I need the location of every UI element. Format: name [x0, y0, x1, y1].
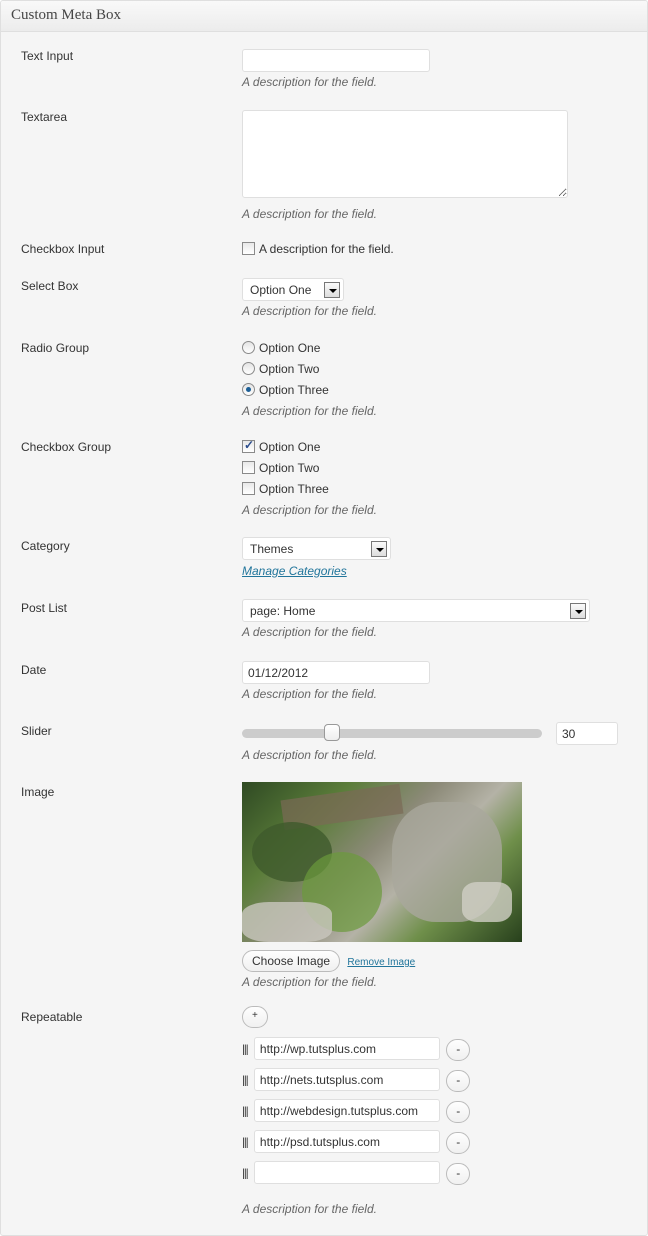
- custom-meta-box: Custom Meta Box Text Input A description…: [0, 0, 648, 1236]
- field-description: A description for the field.: [242, 748, 377, 762]
- field-label: Post List: [21, 601, 68, 615]
- category-select[interactable]: Themes: [242, 537, 391, 560]
- remove-row-button[interactable]: -: [446, 1038, 471, 1061]
- select-value: Themes: [250, 542, 294, 556]
- field-label: Textarea: [21, 110, 68, 124]
- radio-button[interactable]: [242, 383, 255, 396]
- checkbox-option[interactable]: Option One: [242, 438, 377, 461]
- field-description: A description for the field.: [242, 503, 377, 517]
- field-label: Text Input: [21, 49, 74, 63]
- field-label: Checkbox Group: [21, 440, 112, 454]
- field-description: A description for the field.: [242, 625, 377, 639]
- image-preview: [242, 782, 522, 942]
- radio-label: Option Three: [259, 383, 329, 397]
- drag-handle-icon[interactable]: |||: [242, 1137, 249, 1149]
- checkbox-option[interactable]: Option Three: [242, 482, 377, 503]
- add-row-button[interactable]: +: [242, 1006, 268, 1028]
- repeatable-item: ||| -: [242, 1037, 471, 1068]
- checkbox-label: Option Three: [259, 482, 329, 496]
- repeatable-input[interactable]: [253, 1161, 440, 1184]
- radio-option[interactable]: Option Two: [242, 362, 377, 383]
- checkbox[interactable]: [242, 461, 255, 474]
- field-description: A description for the field.: [242, 75, 377, 89]
- field-label: Date: [21, 663, 47, 677]
- chevron-down-icon: [371, 541, 387, 557]
- chevron-down-icon: [324, 282, 340, 298]
- textarea-input[interactable]: [242, 110, 568, 198]
- field-label: Category: [21, 539, 70, 553]
- date-input[interactable]: [242, 661, 430, 684]
- repeatable-input[interactable]: [253, 1037, 440, 1060]
- repeatable-item: ||| -: [242, 1068, 471, 1099]
- repeatable-item: ||| -: [242, 1130, 471, 1161]
- remove-image-link[interactable]: Remove Image: [347, 957, 415, 968]
- radio-button[interactable]: [242, 362, 255, 375]
- field-label: Radio Group: [21, 341, 90, 355]
- slider-handle[interactable]: [324, 724, 340, 741]
- checkbox[interactable]: [242, 482, 255, 495]
- select-value: Option One: [250, 283, 312, 297]
- checkbox-label: Option Two: [259, 461, 320, 475]
- manage-categories-link[interactable]: Manage Categories: [242, 564, 347, 578]
- repeatable-item: ||| -: [242, 1161, 471, 1192]
- field-description: A description for the field.: [242, 404, 377, 418]
- drag-handle-icon[interactable]: |||: [242, 1168, 249, 1180]
- select-box[interactable]: Option One: [242, 278, 344, 301]
- repeatable-item: ||| -: [242, 1099, 471, 1130]
- chevron-down-icon: [570, 603, 586, 619]
- repeatable-list: ||| - ||| - ||| - ||| -: [242, 1037, 471, 1192]
- drag-handle-icon[interactable]: |||: [242, 1075, 249, 1087]
- field-description: A description for the field.: [242, 975, 377, 989]
- slider-value-input[interactable]: [556, 722, 618, 745]
- checkbox-option[interactable]: Option Two: [242, 461, 377, 482]
- slider-track[interactable]: [242, 729, 542, 738]
- post-list-select[interactable]: page: Home: [242, 599, 590, 622]
- box-header[interactable]: Custom Meta Box: [1, 1, 647, 32]
- field-description: A description for the field.: [242, 687, 377, 701]
- checkbox-input[interactable]: [242, 242, 255, 255]
- radio-label: Option One: [259, 341, 321, 355]
- field-label: Select Box: [21, 279, 79, 293]
- field-label: Image: [21, 785, 55, 799]
- remove-row-button[interactable]: -: [446, 1100, 471, 1123]
- choose-image-button[interactable]: Choose Image: [242, 950, 341, 972]
- repeatable-input[interactable]: [253, 1068, 440, 1091]
- field-label: Repeatable: [21, 1010, 83, 1024]
- drag-handle-icon[interactable]: |||: [242, 1044, 249, 1056]
- radio-button[interactable]: [242, 341, 255, 354]
- checkbox-label: Option One: [259, 440, 321, 454]
- radio-option[interactable]: Option Three: [242, 383, 377, 404]
- radio-label: Option Two: [259, 362, 320, 376]
- field-description: A description for the field.: [242, 1202, 377, 1216]
- remove-row-button[interactable]: -: [446, 1069, 471, 1092]
- field-label: Slider: [21, 724, 52, 738]
- field-label: Checkbox Input: [21, 242, 105, 256]
- remove-row-button[interactable]: -: [446, 1131, 471, 1154]
- checkbox-text: A description for the field.: [259, 242, 394, 256]
- repeatable-input[interactable]: [253, 1130, 440, 1153]
- field-description: A description for the field.: [242, 207, 377, 221]
- field-description: A description for the field.: [242, 304, 377, 318]
- checkbox[interactable]: [242, 438, 255, 453]
- select-value: page: Home: [250, 604, 316, 618]
- text-input[interactable]: [242, 49, 430, 72]
- remove-row-button[interactable]: -: [446, 1162, 471, 1185]
- box-title: Custom Meta Box: [11, 7, 122, 23]
- radio-option[interactable]: Option One: [242, 341, 377, 362]
- drag-handle-icon[interactable]: |||: [242, 1106, 249, 1118]
- repeatable-input[interactable]: [253, 1099, 440, 1122]
